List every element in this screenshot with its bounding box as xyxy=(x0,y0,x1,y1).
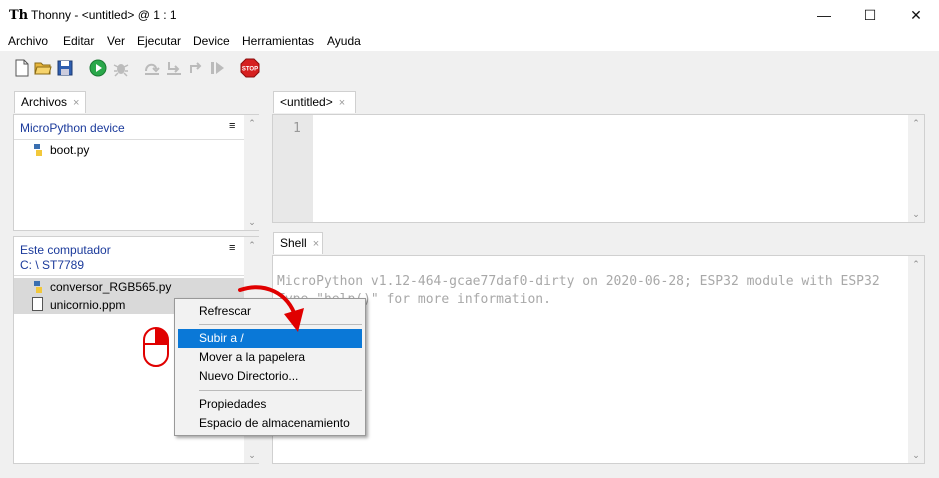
device-section-title: MicroPython device xyxy=(20,121,125,135)
menu-ver[interactable]: Ver xyxy=(107,34,125,48)
file-name: boot.py xyxy=(50,143,90,157)
open-folder-icon[interactable] xyxy=(34,59,52,77)
thonny-app-icon: Th xyxy=(9,8,29,23)
stop-icon[interactable]: STOP xyxy=(240,58,260,78)
device-menu-icon[interactable]: ≡ xyxy=(229,120,235,132)
context-item-nuevo-directorio[interactable]: Nuevo Directorio... xyxy=(178,367,362,386)
file-row-boot[interactable]: boot.py xyxy=(14,141,244,159)
tab-untitled-label: <untitled> xyxy=(280,95,333,109)
menu-separator xyxy=(199,390,362,391)
save-icon[interactable] xyxy=(56,59,74,77)
scroll-up-icon[interactable]: ⌃ xyxy=(908,115,924,131)
window-title: Thonny - <untitled> @ 1 : 1 xyxy=(31,8,177,22)
computer-menu-icon[interactable]: ≡ xyxy=(229,242,235,254)
python-file-icon xyxy=(34,144,42,156)
scroll-up-icon[interactable]: ⌃ xyxy=(244,115,260,131)
context-item-propiedades[interactable]: Propiedades xyxy=(178,395,362,414)
menu-bar: Archivo Editar Ver Ejecutar Device Herra… xyxy=(0,31,939,51)
maximize-button[interactable]: ☐ xyxy=(847,0,893,31)
divider xyxy=(14,275,244,276)
device-files-panel: MicroPython device ≡ boot.py ⌃ ⌄ xyxy=(13,114,260,231)
annotation-arrow-icon xyxy=(238,285,304,332)
tab-close-icon[interactable]: × xyxy=(313,238,319,250)
mouse-right-click-icon xyxy=(143,327,169,367)
file-name: conversor_RGB565.py xyxy=(50,280,172,294)
document-icon xyxy=(32,297,43,311)
debug-icon[interactable] xyxy=(112,59,130,77)
shell-output-line: MicroPython v1.12-464-gcae77daf0-dirty o… xyxy=(277,274,880,289)
scroll-up-icon[interactable]: ⌃ xyxy=(244,237,260,253)
line-number-gutter: 1 xyxy=(273,115,313,222)
menu-device[interactable]: Device xyxy=(193,34,230,48)
context-item-mover-papelera[interactable]: Mover a la papelera xyxy=(178,348,362,367)
editor-scrollbar[interactable]: ⌃ ⌄ xyxy=(908,115,924,222)
editor-panel[interactable]: 1 ⌃ ⌄ xyxy=(272,114,925,223)
device-scrollbar[interactable]: ⌃ ⌄ xyxy=(244,115,260,230)
step-over-icon[interactable] xyxy=(143,59,161,77)
minimize-button[interactable]: — xyxy=(801,0,847,31)
tab-shell[interactable]: Shell × xyxy=(273,232,323,254)
tab-archivos[interactable]: Archivos × xyxy=(14,91,86,113)
toolbar: STOP xyxy=(0,51,939,85)
line-number: 1 xyxy=(293,121,301,136)
scroll-down-icon[interactable]: ⌄ xyxy=(244,214,260,230)
computer-path: C: \ ST7789 xyxy=(20,258,85,272)
new-file-icon[interactable] xyxy=(13,59,31,77)
menu-ayuda[interactable]: Ayuda xyxy=(327,34,361,48)
python-file-icon xyxy=(34,281,42,293)
tab-shell-label: Shell xyxy=(280,236,307,250)
tab-close-icon[interactable]: × xyxy=(73,97,79,109)
menu-herramientas[interactable]: Herramientas xyxy=(242,34,314,48)
shell-scrollbar[interactable]: ⌃ ⌄ xyxy=(908,256,924,463)
scroll-down-icon[interactable]: ⌄ xyxy=(244,447,260,463)
file-row-conversor[interactable]: conversor_RGB565.py xyxy=(14,278,244,296)
close-window-button[interactable]: ✕ xyxy=(893,0,939,31)
menu-editar[interactable]: Editar xyxy=(63,34,94,48)
resume-icon[interactable] xyxy=(209,59,227,77)
stop-icon-label: STOP xyxy=(242,67,258,73)
context-item-espacio[interactable]: Espacio de almacenamiento xyxy=(178,414,362,433)
step-out-icon[interactable] xyxy=(187,59,205,77)
file-name: unicornio.ppm xyxy=(50,298,126,312)
title-bar: Th Thonny - <untitled> @ 1 : 1 — ☐ ✕ xyxy=(0,0,939,31)
run-icon[interactable] xyxy=(89,59,107,77)
computer-section-title: Este computador xyxy=(20,243,111,257)
scroll-down-icon[interactable]: ⌄ xyxy=(908,447,924,463)
scroll-up-icon[interactable]: ⌃ xyxy=(908,256,924,272)
tab-untitled[interactable]: <untitled> × xyxy=(273,91,356,113)
menu-ejecutar[interactable]: Ejecutar xyxy=(137,34,181,48)
step-into-icon[interactable] xyxy=(165,59,183,77)
menu-archivo[interactable]: Archivo xyxy=(8,34,48,48)
divider xyxy=(14,139,244,140)
tab-archivos-label: Archivos xyxy=(21,95,68,109)
tab-close-icon[interactable]: × xyxy=(339,97,345,109)
shell-panel[interactable]: MicroPython v1.12-464-gcae77daf0-dirty o… xyxy=(272,255,925,464)
scroll-down-icon[interactable]: ⌄ xyxy=(908,206,924,222)
